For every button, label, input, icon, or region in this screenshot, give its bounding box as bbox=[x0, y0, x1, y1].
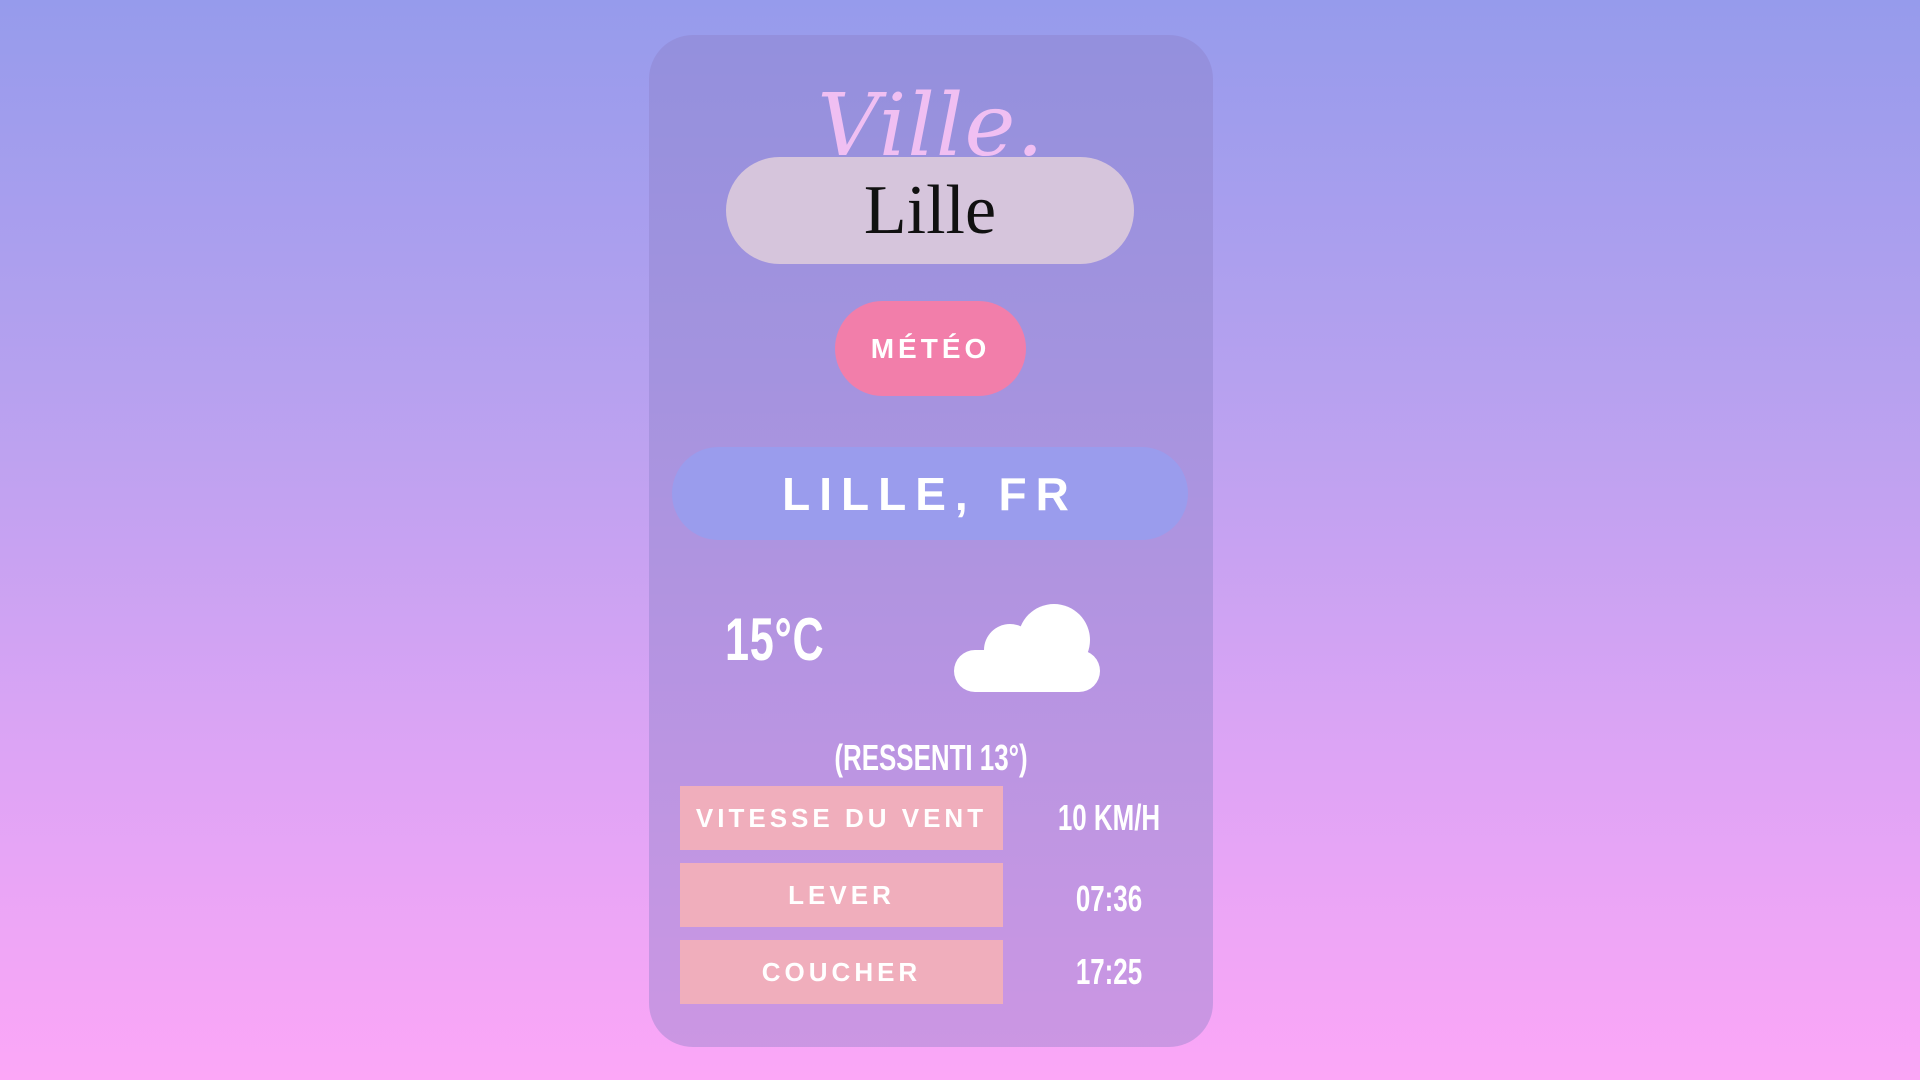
cloud-icon bbox=[954, 604, 1100, 692]
wind-speed-label: VITESSE DU VENT bbox=[680, 786, 1003, 850]
temperature-value: 15°C bbox=[725, 606, 825, 673]
sunset-value: 17:25 bbox=[1075, 951, 1143, 992]
sunrise-value: 07:36 bbox=[1075, 878, 1143, 919]
feels-like-label: (RESSENTI 13°) bbox=[834, 737, 1028, 778]
sunrise-label: LEVER bbox=[680, 863, 1003, 927]
weather-card: Ville. MÉTÉO LILLE, FR 15°C (RESSENTI 13… bbox=[649, 35, 1213, 1047]
location-label: LILLE, FR bbox=[672, 447, 1188, 540]
meteo-button[interactable]: MÉTÉO bbox=[835, 301, 1026, 396]
city-input[interactable] bbox=[726, 157, 1134, 264]
wind-speed-value: 10 KM/H bbox=[1057, 797, 1161, 838]
sunset-label: COUCHER bbox=[680, 940, 1003, 1004]
